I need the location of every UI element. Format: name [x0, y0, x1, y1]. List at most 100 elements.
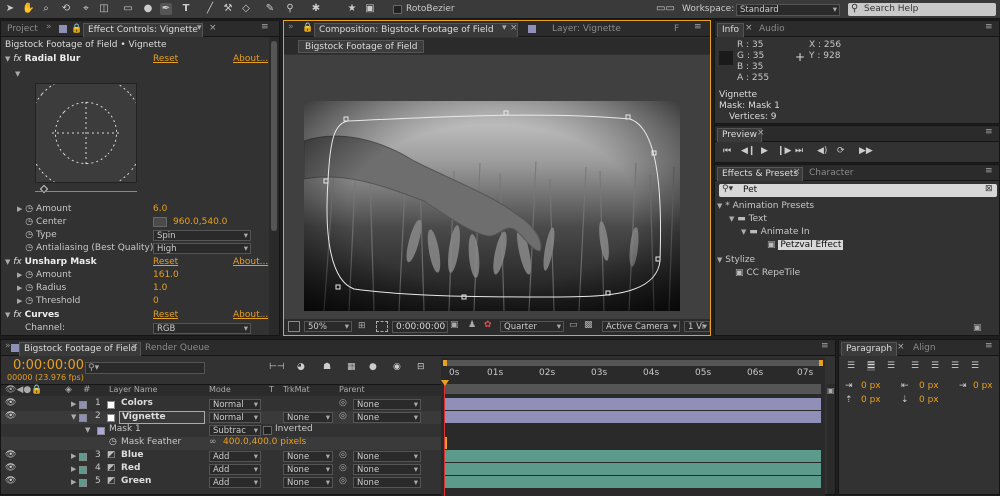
expand-icon[interactable]: ▶ [71, 478, 76, 486]
mask-feather-value[interactable]: 400.0,400.0 pixels [223, 437, 306, 447]
tab-character[interactable]: Character [805, 167, 857, 181]
navigator-start-handle[interactable] [443, 360, 447, 366]
hide-shy-icon[interactable]: ☗ [323, 362, 331, 372]
space-before-value[interactable]: 0 px [861, 395, 881, 405]
stopwatch-icon[interactable]: ◷ [25, 204, 33, 214]
puppet-pin-tool-icon[interactable]: ✱ [310, 3, 322, 15]
resolution-select[interactable]: Quarter [500, 321, 564, 332]
expand-icon[interactable]: ▼ [15, 70, 20, 78]
tab-preview[interactable]: Preview [717, 128, 763, 142]
hand-tool-icon[interactable]: ✋ [22, 3, 34, 15]
mask-color-icon[interactable] [97, 427, 105, 435]
ram-preview-icon[interactable]: ▶▶ [859, 146, 873, 156]
track-blue[interactable] [445, 450, 821, 462]
align-center-icon[interactable]: ☰ [867, 361, 876, 371]
clear-search-icon[interactable]: ⊠ [985, 184, 993, 194]
first-frame-icon[interactable]: ⏮ [723, 146, 731, 156]
parent-select[interactable]: None [353, 399, 421, 410]
trkmat-select[interactable]: None [283, 451, 333, 462]
justify-center-icon[interactable]: ☰ [931, 361, 939, 371]
stopwatch-icon[interactable]: ◷ [25, 243, 33, 253]
tab-composition[interactable]: Composition: Bigstock Footage of Field [314, 23, 518, 37]
work-area-bar[interactable] [445, 384, 821, 394]
justify-left-icon[interactable]: ☰ [911, 361, 919, 371]
panel-menu-icon[interactable]: ≡ [985, 341, 993, 351]
stopwatch-icon[interactable]: ◷ [25, 217, 33, 227]
pickwhip-icon[interactable]: ◎ [339, 411, 347, 421]
playhead-icon[interactable] [441, 380, 449, 386]
about-link[interactable]: About... [233, 256, 268, 269]
effects-search-field[interactable]: ⚲▾ Pet ⊠ [719, 184, 997, 197]
scrollbar-thumb[interactable] [271, 41, 277, 231]
close-icon[interactable]: » [46, 22, 52, 32]
track-red[interactable] [445, 463, 821, 475]
stopwatch-icon[interactable]: ◷ [25, 270, 33, 280]
label-color-icon[interactable] [79, 414, 87, 422]
close-icon[interactable]: × [745, 23, 753, 33]
panel-menu-icon[interactable]: ≡ [261, 22, 269, 32]
close-icon[interactable]: × [757, 128, 765, 138]
stopwatch-icon[interactable]: ◷ [25, 230, 33, 240]
roto-refine-tool-icon[interactable]: ⚲ [284, 3, 296, 15]
expand-icon[interactable]: ▼ [71, 413, 76, 421]
inverted-checkbox[interactable] [263, 426, 272, 435]
workspace-icon[interactable]: ▭▭ [656, 3, 675, 15]
close-icon[interactable]: » [5, 341, 11, 351]
trkmat-select[interactable]: None [283, 464, 333, 475]
close-icon[interactable]: × [510, 23, 518, 33]
mode-select[interactable]: Normal [209, 412, 261, 423]
mask-feather-row[interactable]: ◷ Mask Feather ∞ 400.0,400.0 pixels [1, 437, 441, 450]
eraser-tool-icon[interactable]: ◇ [240, 3, 252, 15]
indent-right-value[interactable]: 0 px [919, 381, 939, 391]
graph-editor-icon[interactable]: ◉ [393, 362, 401, 372]
tree-item-petzval-effect[interactable]: ▣ Petzval Effect [767, 239, 844, 252]
time-navigator[interactable] [443, 360, 823, 366]
expand-icon[interactable]: ▼ [85, 426, 90, 434]
track-colors[interactable] [445, 398, 821, 410]
table-row[interactable]: 👁 ▶ 5 ◩ Green Add None ◎ None [1, 476, 441, 489]
play-icon[interactable]: ▶ [761, 146, 768, 156]
show-snapshot-icon[interactable]: ♟ [468, 320, 476, 330]
tab-composition-timeline[interactable]: Bigstock Footage of Field [19, 342, 142, 356]
roi-icon[interactable]: ▭ [569, 320, 578, 330]
comp-button-icon[interactable]: ▣ [827, 386, 835, 395]
channel-select[interactable]: RGB [153, 323, 251, 334]
justify-right-icon[interactable]: ☰ [951, 361, 959, 371]
mode-select[interactable]: Normal [209, 399, 261, 410]
stopwatch-icon[interactable]: ◷ [109, 437, 117, 447]
expand-icon[interactable]: ▶ [71, 452, 76, 460]
new-preset-icon[interactable]: ▣ [973, 323, 982, 333]
playhead-line[interactable] [444, 382, 445, 496]
lock-icon[interactable]: 🔒 [302, 23, 313, 33]
axis-mode-icon[interactable]: ▣ [364, 3, 376, 15]
footage-frame[interactable] [304, 101, 680, 311]
about-link[interactable]: About... [233, 53, 268, 66]
parent-select[interactable]: None [353, 477, 421, 488]
panel-menu-icon[interactable]: ≡ [985, 22, 993, 32]
threshold-value[interactable]: 0 [153, 295, 159, 308]
rotobezier-checkbox[interactable] [393, 5, 402, 14]
mask-visibility-icon[interactable] [376, 321, 388, 332]
zoom-select[interactable]: 50% [304, 321, 352, 332]
stopwatch-icon[interactable]: ◷ [25, 296, 33, 306]
views-select[interactable]: 1 Vi [684, 321, 710, 332]
reset-link[interactable]: Reset [153, 309, 178, 322]
pickwhip-icon[interactable]: ◎ [339, 398, 347, 408]
chevron-down-icon[interactable]: ▾ [197, 23, 202, 33]
label-color-icon[interactable] [79, 479, 87, 487]
amount-value[interactable]: 6.0 [153, 203, 167, 216]
track-green[interactable] [445, 476, 821, 488]
reset-link[interactable]: Reset [153, 53, 178, 66]
motion-blur-icon[interactable]: ● [369, 362, 377, 372]
previous-frame-icon[interactable]: ◀❙ [741, 146, 755, 156]
star-icon[interactable]: ★ [346, 3, 358, 15]
frame-blending-icon[interactable]: ▦ [347, 362, 356, 372]
tree-item-animate-in[interactable]: ▼ ▬ Animate In [741, 226, 810, 239]
clone-stamp-tool-icon[interactable]: ⚒ [222, 3, 234, 15]
close-icon[interactable]: × [897, 342, 905, 352]
time-ruler[interactable]: 0s 01s 02s 03s 04s 05s 06s 07s [441, 368, 825, 382]
current-timecode[interactable]: 0:00:00:00 [13, 358, 84, 373]
next-frame-icon[interactable]: ❙▶ [777, 146, 791, 156]
parent-select[interactable]: None [353, 412, 421, 423]
close-icon[interactable]: × [131, 342, 139, 352]
